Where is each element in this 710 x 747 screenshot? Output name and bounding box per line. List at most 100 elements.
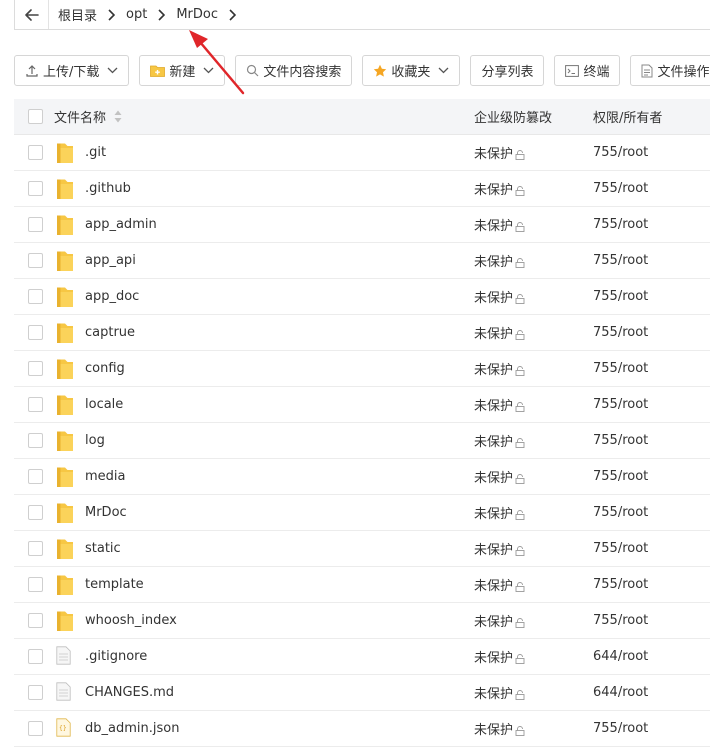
file-name[interactable]: MrDoc xyxy=(85,505,127,520)
file-name[interactable]: .github xyxy=(85,181,131,196)
file-name[interactable]: app_doc xyxy=(85,289,139,304)
file-name[interactable]: whoosh_index xyxy=(85,613,177,628)
file-name[interactable]: config xyxy=(85,361,125,376)
table-row[interactable]: .github 未保护 755/root xyxy=(14,171,710,207)
table-row[interactable]: app_admin 未保护 755/root xyxy=(14,207,710,243)
breadcrumb-item-opt[interactable]: opt xyxy=(117,0,167,29)
upload-download-button[interactable]: 上传/下载 xyxy=(14,55,130,86)
lock-icon[interactable] xyxy=(515,293,525,304)
table-row[interactable]: .git 未保护 755/root xyxy=(14,135,710,171)
table-row[interactable]: CHANGES.md 未保护 644/root xyxy=(14,675,710,711)
table-row[interactable]: log 未保护 755/root xyxy=(14,423,710,459)
permission-owner[interactable]: 755/root xyxy=(593,217,648,232)
lock-icon[interactable] xyxy=(515,185,525,196)
file-name[interactable]: template xyxy=(85,577,144,592)
table-row[interactable]: template 未保护 755/root xyxy=(14,567,710,603)
table-row[interactable]: app_doc 未保护 755/root xyxy=(14,279,710,315)
terminal-button[interactable]: 终端 xyxy=(554,55,621,86)
file-name[interactable]: captrue xyxy=(85,325,135,340)
permission-owner[interactable]: 755/root xyxy=(593,469,648,484)
row-checkbox[interactable] xyxy=(27,433,43,448)
lock-icon[interactable] xyxy=(515,473,525,484)
row-checkbox[interactable] xyxy=(27,145,43,160)
row-checkbox[interactable] xyxy=(27,289,43,304)
permission-owner[interactable]: 755/root xyxy=(593,145,648,160)
file-name[interactable]: log xyxy=(85,433,105,448)
row-checkbox[interactable] xyxy=(27,505,43,520)
row-checkbox[interactable] xyxy=(27,721,43,736)
file-operations-button[interactable]: 文件操作 xyxy=(630,55,710,86)
row-checkbox[interactable] xyxy=(27,577,43,592)
lock-icon[interactable] xyxy=(515,725,525,736)
lock-icon[interactable] xyxy=(515,257,525,268)
row-checkbox[interactable] xyxy=(27,325,43,340)
sort-icon[interactable] xyxy=(114,110,122,123)
lock-icon[interactable] xyxy=(515,149,525,160)
permission-owner[interactable]: 755/root xyxy=(593,289,648,304)
back-button[interactable] xyxy=(15,0,49,29)
row-checkbox[interactable] xyxy=(27,469,43,484)
row-checkbox[interactable] xyxy=(27,397,43,412)
permission-owner[interactable]: 755/root xyxy=(593,253,648,268)
permission-owner[interactable]: 755/root xyxy=(593,397,648,412)
file-name[interactable]: .git xyxy=(85,145,106,160)
lock-icon[interactable] xyxy=(515,329,525,340)
lock-icon[interactable] xyxy=(515,401,525,412)
row-checkbox[interactable] xyxy=(27,181,43,196)
file-name[interactable]: db_admin.json xyxy=(85,721,179,736)
file-name[interactable]: static xyxy=(85,541,121,556)
row-checkbox[interactable] xyxy=(27,253,43,268)
lock-icon[interactable] xyxy=(515,437,525,448)
table-row[interactable]: .gitignore 未保护 644/root xyxy=(14,639,710,675)
file-name[interactable]: media xyxy=(85,469,126,484)
permission-owner[interactable]: 755/root xyxy=(593,325,648,340)
new-button[interactable]: 新建 xyxy=(139,55,226,86)
permission-owner[interactable]: 755/root xyxy=(593,613,648,628)
folder-icon xyxy=(57,467,73,487)
permission-owner[interactable]: 755/root xyxy=(593,433,648,448)
content-search-button[interactable]: 文件内容搜索 xyxy=(235,55,353,86)
permission-owner[interactable]: 755/root xyxy=(593,181,648,196)
lock-icon[interactable] xyxy=(515,545,525,556)
row-checkbox[interactable] xyxy=(27,649,43,664)
lock-icon[interactable] xyxy=(515,689,525,700)
file-name[interactable]: CHANGES.md xyxy=(85,685,174,700)
table-row[interactable]: locale 未保护 755/root xyxy=(14,387,710,423)
favorites-button[interactable]: 收藏夹 xyxy=(362,55,461,86)
table-row[interactable]: static 未保护 755/root xyxy=(14,531,710,567)
file-name[interactable]: locale xyxy=(85,397,123,412)
row-checkbox[interactable] xyxy=(27,613,43,628)
row-checkbox[interactable] xyxy=(27,685,43,700)
row-checkbox[interactable] xyxy=(27,217,43,232)
permission-owner[interactable]: 644/root xyxy=(593,685,648,700)
share-list-button[interactable]: 分享列表 xyxy=(470,55,545,86)
permission-owner[interactable]: 755/root xyxy=(593,721,648,736)
permission-owner[interactable]: 644/root xyxy=(593,649,648,664)
permission-owner[interactable]: 755/root xyxy=(593,577,648,592)
lock-icon[interactable] xyxy=(515,653,525,664)
permission-owner[interactable]: 755/root xyxy=(593,505,648,520)
breadcrumb-item-mrdoc[interactable]: MrDoc xyxy=(167,0,238,29)
table-row[interactable]: config 未保护 755/root xyxy=(14,351,710,387)
permission-owner[interactable]: 755/root xyxy=(593,541,648,556)
row-checkbox[interactable] xyxy=(27,361,43,376)
lock-icon[interactable] xyxy=(515,581,525,592)
table-row[interactable]: captrue 未保护 755/root xyxy=(14,315,710,351)
breadcrumb-item-root[interactable]: 根目录 xyxy=(49,0,117,29)
file-name[interactable]: .gitignore xyxy=(85,649,147,664)
lock-icon[interactable] xyxy=(515,365,525,376)
lock-icon[interactable] xyxy=(515,509,525,520)
file-name[interactable]: app_admin xyxy=(85,217,157,232)
row-checkbox[interactable] xyxy=(27,541,43,556)
table-row[interactable]: whoosh_index 未保护 755/root xyxy=(14,603,710,639)
table-row[interactable]: app_api 未保护 755/root xyxy=(14,243,710,279)
column-header-name[interactable]: 文件名称 xyxy=(54,107,106,126)
lock-icon[interactable] xyxy=(515,221,525,232)
select-all-checkbox[interactable] xyxy=(27,109,43,124)
table-row[interactable]: media 未保护 755/root xyxy=(14,459,710,495)
table-row[interactable]: MrDoc 未保护 755/root xyxy=(14,495,710,531)
table-row[interactable]: {} db_admin.json 未保护 755/root xyxy=(14,711,710,747)
file-name[interactable]: app_api xyxy=(85,253,136,268)
lock-icon[interactable] xyxy=(515,617,525,628)
permission-owner[interactable]: 755/root xyxy=(593,361,648,376)
